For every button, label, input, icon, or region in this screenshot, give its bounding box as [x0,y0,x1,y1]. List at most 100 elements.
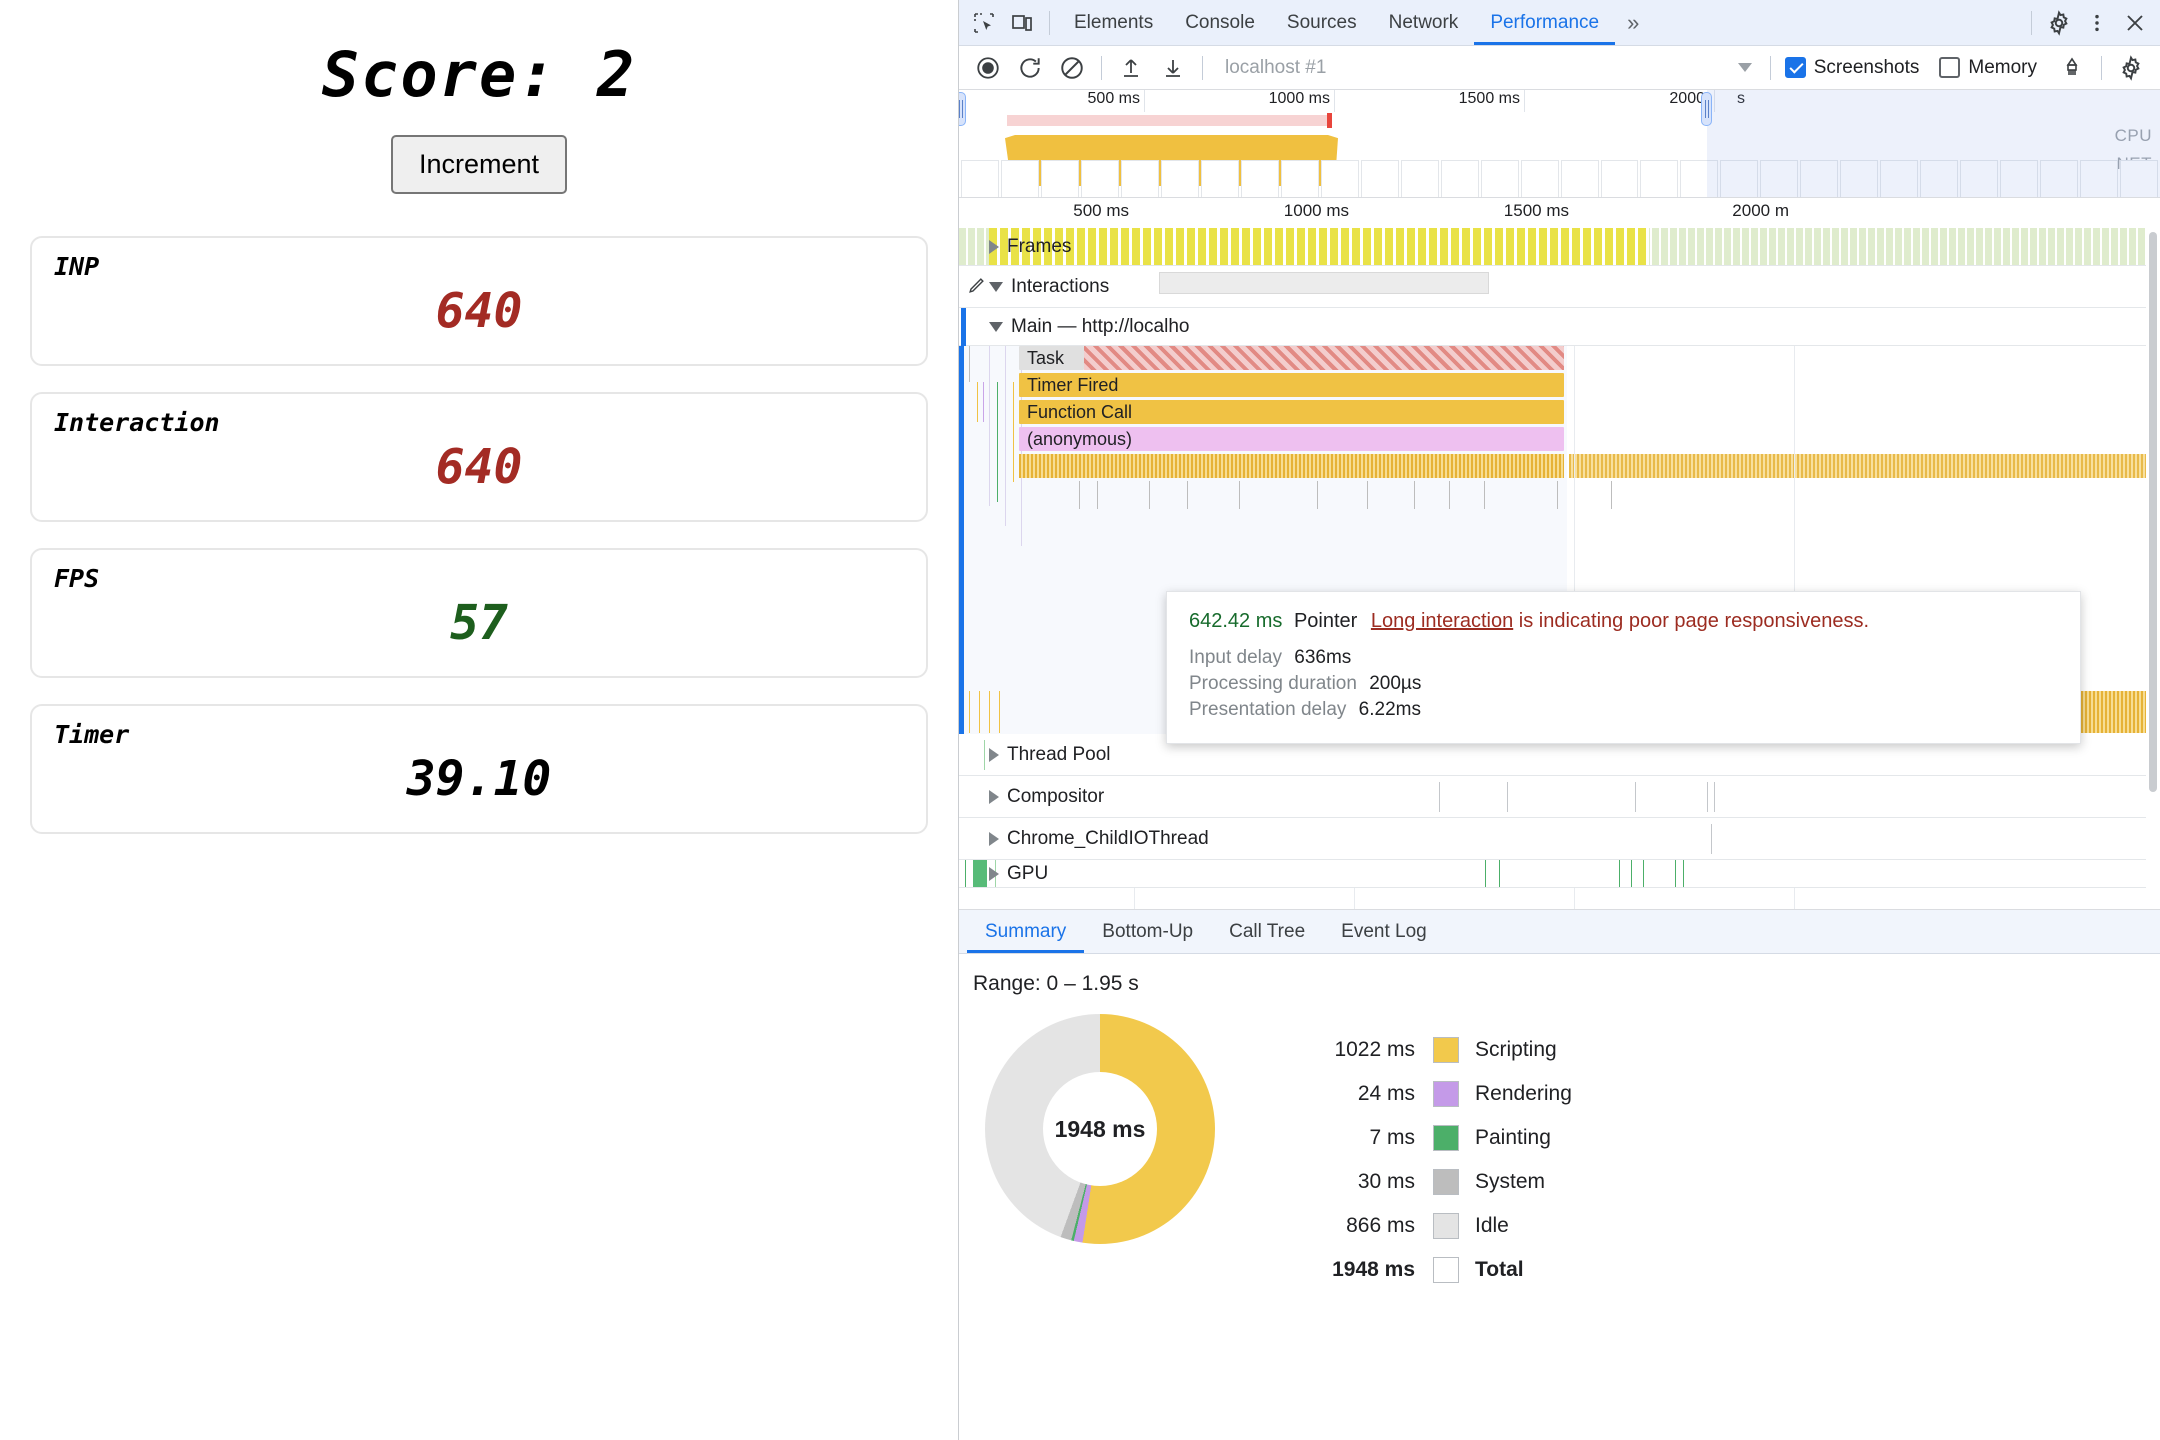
track-compositor[interactable]: Compositor [959,776,2160,818]
recording-selector[interactable]: localhost #1 [1211,53,1762,83]
increment-button[interactable]: Increment [390,135,568,194]
legend-row-painting[interactable]: 7 ms Painting [1301,1116,1572,1160]
legend-label: System [1475,1170,1546,1193]
track-chrome-childiothread[interactable]: Chrome_ChildIOThread [959,818,2160,860]
legend-row-rendering[interactable]: 24 ms Rendering [1301,1072,1572,1116]
screenshots-label: Screenshots [1813,56,1920,78]
legend-swatch [1433,1125,1459,1151]
overview-right-handle[interactable] [1701,92,1712,126]
track-gpu[interactable]: GPU [959,860,2160,888]
tab-bottom-up[interactable]: Bottom-Up [1084,910,1211,953]
toolbar-divider-right [2031,10,2032,35]
tooltip-row: Input delay 636ms [1189,647,2058,669]
flame-chart[interactable]: 500 ms 1000 ms 1500 ms 2000 m Frames Int… [959,198,2160,910]
increment-button-row: Increment [0,135,958,194]
flame-event-task-warning[interactable] [1084,346,1564,370]
tab-elements[interactable]: Elements [1058,0,1169,45]
track-main[interactable]: Main — http://localho [959,308,2160,346]
control-divider-2 [1202,55,1203,80]
tab-network[interactable]: Network [1373,0,1475,45]
clear-icon[interactable] [1051,49,1093,87]
flame-ruler: 500 ms 1000 ms 1500 ms 2000 m [959,198,2160,228]
main-track-accent-line [959,346,964,734]
activity-donut-chart: 1948 ms [985,1014,1215,1244]
legend-value: 30 ms [1357,1170,1415,1193]
tooltip-row-key: Input delay [1189,647,1282,668]
reload-and-record-icon[interactable] [1009,49,1051,87]
summary-range-label: Range: 0 – 1.95 s [973,972,1139,995]
checkbox-box [1939,57,1961,78]
network-overview-bar [1007,115,1327,126]
track-name: Thread Pool [1007,743,1111,765]
chevron-down-icon[interactable] [989,281,1003,292]
screenshots-checkbox[interactable]: Screenshots [1784,56,1920,79]
chevron-right-icon[interactable] [989,789,999,804]
save-profile-icon[interactable] [1152,49,1194,87]
tab-performance[interactable]: Performance [1474,0,1615,45]
track-frames-header[interactable]: Frames [959,228,2160,265]
track-interactions-header[interactable]: Interactions [959,266,2160,307]
flame-event-function-call[interactable]: Function Call [1019,400,1564,424]
tab-call-tree[interactable]: Call Tree [1211,910,1323,953]
control-divider-4 [2101,55,2102,80]
record-icon[interactable] [967,49,1009,87]
tab-console[interactable]: Console [1169,0,1271,45]
flame-event-anonymous[interactable]: (anonymous) [1019,427,1564,451]
memory-checkbox[interactable]: Memory [1939,57,2037,79]
checkbox-box [1784,57,1806,78]
overview-left-handle[interactable] [959,92,966,126]
device-toolbar-icon[interactable] [1003,4,1041,42]
collect-garbage-icon[interactable] [2051,49,2093,87]
tooltip-warning-link[interactable]: Long interaction [1371,610,1513,632]
track-name: Chrome_ChildIOThread [1007,827,1209,849]
metric-card-timer: Timer 39.10 [30,704,928,834]
load-profile-icon[interactable] [1110,49,1152,87]
metric-label: INP [54,252,100,281]
flame-event-task[interactable]: Task [1019,346,1084,370]
track-name: Interactions [1011,275,1110,297]
score-heading: Score: 2 [321,38,637,111]
flame-event-timer-fired[interactable]: Timer Fired [1019,373,1564,397]
track-frames[interactable]: Frames [959,228,2160,266]
track-compositor-header[interactable]: Compositor [959,776,2160,817]
chevron-right-icon[interactable] [989,747,999,762]
flame-tick: 1500 ms [1503,201,1569,220]
gear-icon[interactable] [2040,4,2078,42]
chevron-down-icon[interactable] [989,321,1003,332]
demo-page-pane: Score: 2 Increment INP 640 Interaction 6… [0,0,958,1440]
flame-event-dense-children[interactable] [1019,454,1564,478]
inspect-element-icon[interactable] [965,4,1003,42]
legend-row-system[interactable]: 30 ms System [1301,1160,1572,1204]
legend-value: 7 ms [1369,1126,1415,1149]
three-dot-menu-icon[interactable] [2078,4,2116,42]
details-tab-bar: Summary Bottom-Up Call Tree Event Log [959,910,2160,954]
track-gpu-header[interactable]: GPU [959,860,2160,887]
tooltip-row-value: 6.22ms [1358,699,1421,720]
tooltip-headline: 642.42 ms Pointer Long interaction is in… [1189,610,2058,633]
legend-value: 866 ms [1346,1214,1415,1237]
more-tabs-icon[interactable]: » [1615,10,1651,36]
tab-summary[interactable]: Summary [967,910,1084,953]
capture-settings-gear-icon[interactable] [2110,49,2152,87]
chevron-right-icon[interactable] [989,866,999,881]
tab-sources[interactable]: Sources [1271,0,1373,45]
legend-row-scripting[interactable]: 1022 ms Scripting [1301,1028,1572,1072]
track-interactions[interactable]: Interactions [959,266,2160,308]
chevron-right-icon[interactable] [989,239,999,254]
track-name: Main — http://localho [1011,315,1190,337]
track-chrome-childiothread-header[interactable]: Chrome_ChildIOThread [959,818,2160,859]
legend-row-idle[interactable]: 866 ms Idle [1301,1204,1572,1248]
tooltip-row: Processing duration 200µs [1189,673,2058,695]
track-main-header[interactable]: Main — http://localho [959,308,2160,345]
recording-name: localhost #1 [1225,56,1327,78]
legend-row-total: 1948 ms Total [1301,1248,1572,1292]
tab-event-log[interactable]: Event Log [1323,910,1445,953]
donut-center-hole: 1948 ms [1043,1072,1157,1186]
tooltip-row: Presentation delay 6.22ms [1189,699,2058,721]
timeline-overview[interactable]: 500 ms 1000 ms 1500 ms 2000 s CPU NET [959,90,2160,198]
control-divider-1 [1101,55,1102,80]
chevron-right-icon[interactable] [989,831,999,846]
tooltip-warning-text: is indicating poor page responsiveness. [1518,610,1869,632]
memory-label: Memory [1968,56,2037,78]
close-icon[interactable] [2116,4,2154,42]
